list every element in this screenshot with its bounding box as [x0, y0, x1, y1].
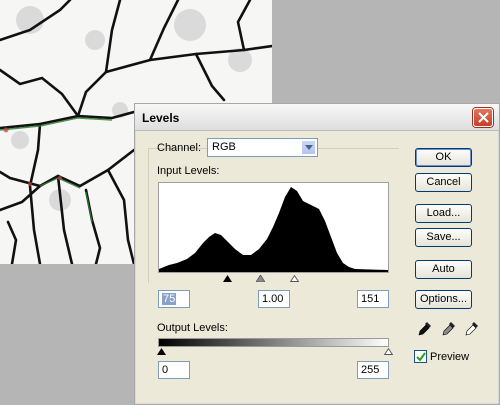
- output-white-field[interactable]: 255: [357, 361, 389, 379]
- auto-button[interactable]: Auto: [415, 260, 472, 279]
- output-black-field[interactable]: 0: [158, 361, 190, 379]
- black-eyedropper-icon[interactable]: [418, 321, 432, 337]
- save-button[interactable]: Save...: [415, 228, 472, 247]
- options-button[interactable]: Options...: [415, 290, 472, 309]
- load-button[interactable]: Load...: [415, 204, 472, 223]
- channel-select[interactable]: RGB: [207, 138, 318, 157]
- chevron-down-icon: [305, 145, 313, 150]
- checkmark-icon: [416, 352, 426, 362]
- preview-label[interactable]: Preview: [430, 351, 469, 363]
- gamma-slider[interactable]: [256, 275, 265, 282]
- output-white-slider[interactable]: [384, 348, 393, 355]
- input-black-value: 75: [162, 293, 177, 305]
- input-white-field[interactable]: 151: [357, 290, 389, 308]
- input-gamma-field[interactable]: 1.00: [258, 290, 290, 308]
- channel-value: RGB: [212, 141, 236, 153]
- histogram: [158, 182, 389, 273]
- input-black-field[interactable]: 75: [158, 290, 190, 308]
- title-bar[interactable]: Levels: [135, 104, 499, 131]
- cancel-button[interactable]: Cancel: [415, 173, 472, 192]
- output-black-value: 0: [162, 364, 169, 376]
- output-levels-label: Output Levels:: [157, 322, 228, 334]
- dialog-title: Levels: [142, 111, 180, 125]
- black-point-slider[interactable]: [223, 275, 232, 282]
- close-button[interactable]: [473, 108, 493, 127]
- output-gradient-bar: [158, 338, 389, 347]
- white-eyedropper-icon[interactable]: [465, 321, 479, 337]
- output-white-value: 255: [361, 364, 380, 376]
- input-white-value: 151: [361, 293, 380, 305]
- close-icon: [478, 112, 489, 123]
- channel-dropdown-button[interactable]: [301, 140, 316, 155]
- ok-button[interactable]: OK: [415, 148, 472, 167]
- output-black-slider[interactable]: [157, 348, 166, 355]
- gray-eyedropper-icon[interactable]: [442, 321, 456, 337]
- white-point-slider[interactable]: [290, 275, 299, 282]
- input-levels-label: Input Levels:: [157, 165, 220, 177]
- channel-label: Channel:: [157, 142, 202, 154]
- input-gamma-value: 1.00: [262, 293, 284, 305]
- preview-checkbox[interactable]: [414, 350, 427, 363]
